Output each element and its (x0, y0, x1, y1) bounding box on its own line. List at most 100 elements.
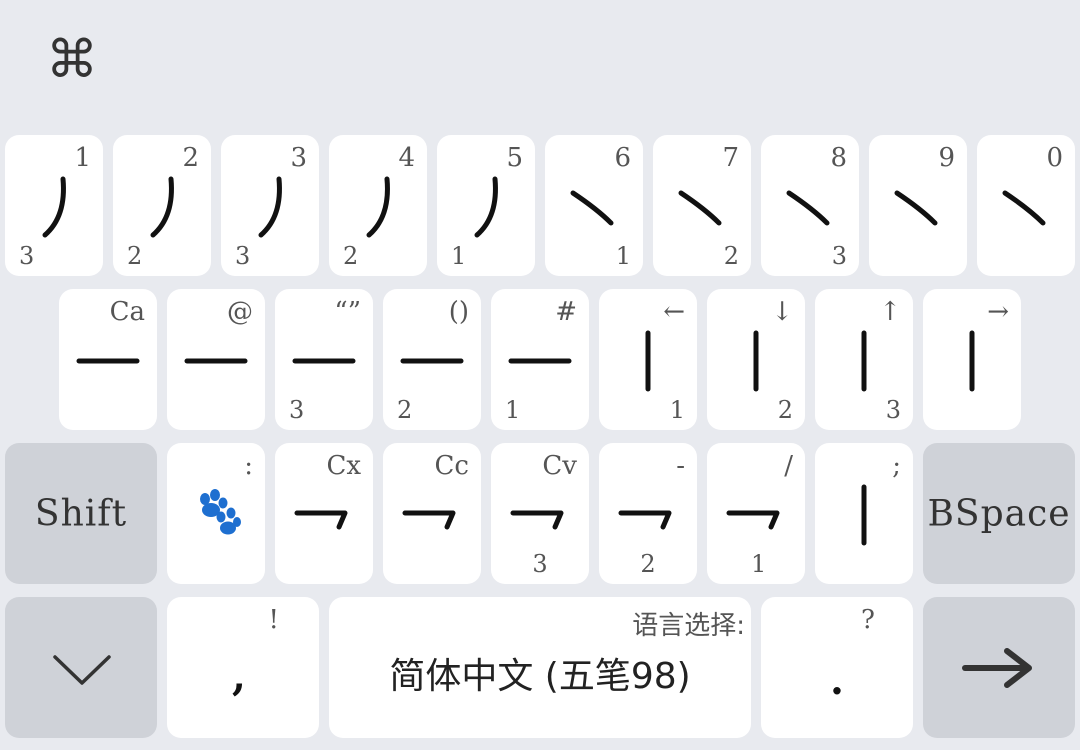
key-subscript: 2 (777, 396, 793, 424)
key-superscript: ! (268, 605, 279, 635)
key-subscript: 1 (505, 396, 521, 424)
key-subscript: 2 (397, 396, 413, 424)
key-pie-2[interactable]: 2 2 (113, 135, 211, 276)
pie-stroke-icon (150, 176, 174, 237)
hengzhe-stroke-icon (402, 510, 456, 529)
key-heng-quotes[interactable]: “” 3 (275, 289, 373, 430)
shu-stroke-icon (861, 484, 867, 545)
key-subscript: 3 (289, 396, 305, 424)
key-hengzhe-cc[interactable]: Cc (383, 443, 481, 584)
key-heng-parens[interactable]: () 2 (383, 289, 481, 430)
key-shu-down[interactable]: ↓ 2 (707, 289, 805, 430)
key-superscript: 0 (1046, 143, 1063, 173)
key-superscript: 4 (398, 143, 415, 173)
command-icon[interactable]: ⌘ (40, 28, 104, 92)
shift-key[interactable]: Shift (5, 443, 157, 584)
shu-stroke-icon (969, 330, 975, 391)
key-subscript: 2 (640, 550, 656, 578)
comma-key[interactable]: ! , (167, 597, 319, 738)
key-dian-9[interactable]: 9 (869, 135, 967, 276)
key-hengzhe-cx[interactable]: Cx (275, 443, 373, 584)
key-shu-left[interactable]: ← 1 (599, 289, 697, 430)
backspace-label: BSpace (927, 493, 1071, 534)
key-superscript: ← (663, 297, 685, 327)
key-shu-up[interactable]: ↑ 3 (815, 289, 913, 430)
key-superscript: ? (861, 605, 875, 635)
key-subscript: 1 (615, 242, 631, 270)
key-paw[interactable]: : (167, 443, 265, 584)
backspace-key[interactable]: BSpace (923, 443, 1075, 584)
key-subscript: 1 (669, 396, 685, 424)
hengzhe-stroke-icon (618, 510, 672, 529)
heng-stroke-icon (76, 358, 140, 363)
dian-stroke-icon (894, 190, 938, 225)
language-select-hint: 语言选择: (632, 611, 745, 641)
key-superscript: # (555, 297, 577, 327)
key-superscript: Ca (109, 297, 145, 327)
keyboard-toolbar: ⌘ (0, 0, 1080, 130)
key-superscript: 2 (182, 143, 199, 173)
shu-stroke-icon (753, 330, 759, 391)
key-dian-7[interactable]: 7 2 (653, 135, 751, 276)
pie-stroke-icon (474, 176, 498, 237)
hide-keyboard-key[interactable] (5, 597, 157, 738)
key-shu-right[interactable]: → (923, 289, 1021, 430)
chevron-down-icon (53, 655, 111, 685)
key-superscript: → (987, 297, 1009, 327)
heng-stroke-icon (184, 358, 248, 363)
pie-stroke-icon (42, 176, 66, 237)
key-dian-8[interactable]: 8 3 (761, 135, 859, 276)
key-pie-1[interactable]: 1 3 (5, 135, 103, 276)
key-superscript: 3 (290, 143, 307, 173)
key-hengzhe-cv[interactable]: Cv 3 (491, 443, 589, 584)
dian-stroke-icon (786, 190, 830, 225)
key-superscript: ↑ (879, 297, 901, 327)
shu-stroke-icon (645, 330, 651, 391)
key-dian-0[interactable]: 0 (977, 135, 1075, 276)
comma-label: , (232, 653, 246, 700)
key-subscript: 3 (19, 242, 35, 270)
key-subscript: 2 (723, 242, 739, 270)
key-superscript: 7 (722, 143, 739, 173)
key-superscript: / (784, 451, 793, 481)
key-subscript: 2 (127, 242, 143, 270)
key-superscript: () (448, 297, 469, 327)
key-pie-4[interactable]: 4 2 (329, 135, 427, 276)
dian-stroke-icon (678, 190, 722, 225)
key-subscript: 3 (885, 396, 901, 424)
key-subscript: 3 (235, 242, 251, 270)
key-pie-5[interactable]: 5 1 (437, 135, 535, 276)
key-superscript: Cx (326, 451, 361, 481)
key-superscript: : (244, 451, 253, 481)
period-key[interactable]: ? . (761, 597, 913, 738)
input-language-label: 简体中文 (五笔98) (389, 656, 691, 697)
hengzhe-stroke-icon (294, 510, 348, 529)
key-superscript: 8 (830, 143, 847, 173)
key-heng-ca[interactable]: Ca (59, 289, 157, 430)
key-subscript: 3 (831, 242, 847, 270)
key-superscript: - (676, 451, 685, 481)
key-superscript: 5 (506, 143, 523, 173)
key-superscript: “” (334, 297, 361, 327)
key-subscript: 3 (532, 550, 548, 578)
key-subscript: 2 (343, 242, 359, 270)
key-superscript: 9 (938, 143, 955, 173)
hengzhe-stroke-icon (510, 510, 564, 529)
key-hengzhe-dash[interactable]: - 2 (599, 443, 697, 584)
pie-stroke-icon (258, 176, 282, 237)
key-superscript: Cc (434, 451, 469, 481)
enter-key[interactable] (923, 597, 1075, 738)
key-dian-6[interactable]: 6 1 (545, 135, 643, 276)
key-superscript: ↓ (771, 297, 793, 327)
key-heng-at[interactable]: @ (167, 289, 265, 430)
key-shu-semicolon[interactable]: ; (815, 443, 913, 584)
key-hengzhe-slash[interactable]: / 1 (707, 443, 805, 584)
key-pie-3[interactable]: 3 3 (221, 135, 319, 276)
key-subscript: 1 (451, 242, 467, 270)
key-superscript: @ (227, 297, 253, 327)
key-heng-hash[interactable]: # 1 (491, 289, 589, 430)
heng-stroke-icon (292, 358, 356, 363)
dian-stroke-icon (1002, 190, 1046, 225)
shift-label: Shift (34, 493, 128, 534)
space-key[interactable]: 语言选择: 简体中文 (五笔98) (329, 597, 751, 738)
